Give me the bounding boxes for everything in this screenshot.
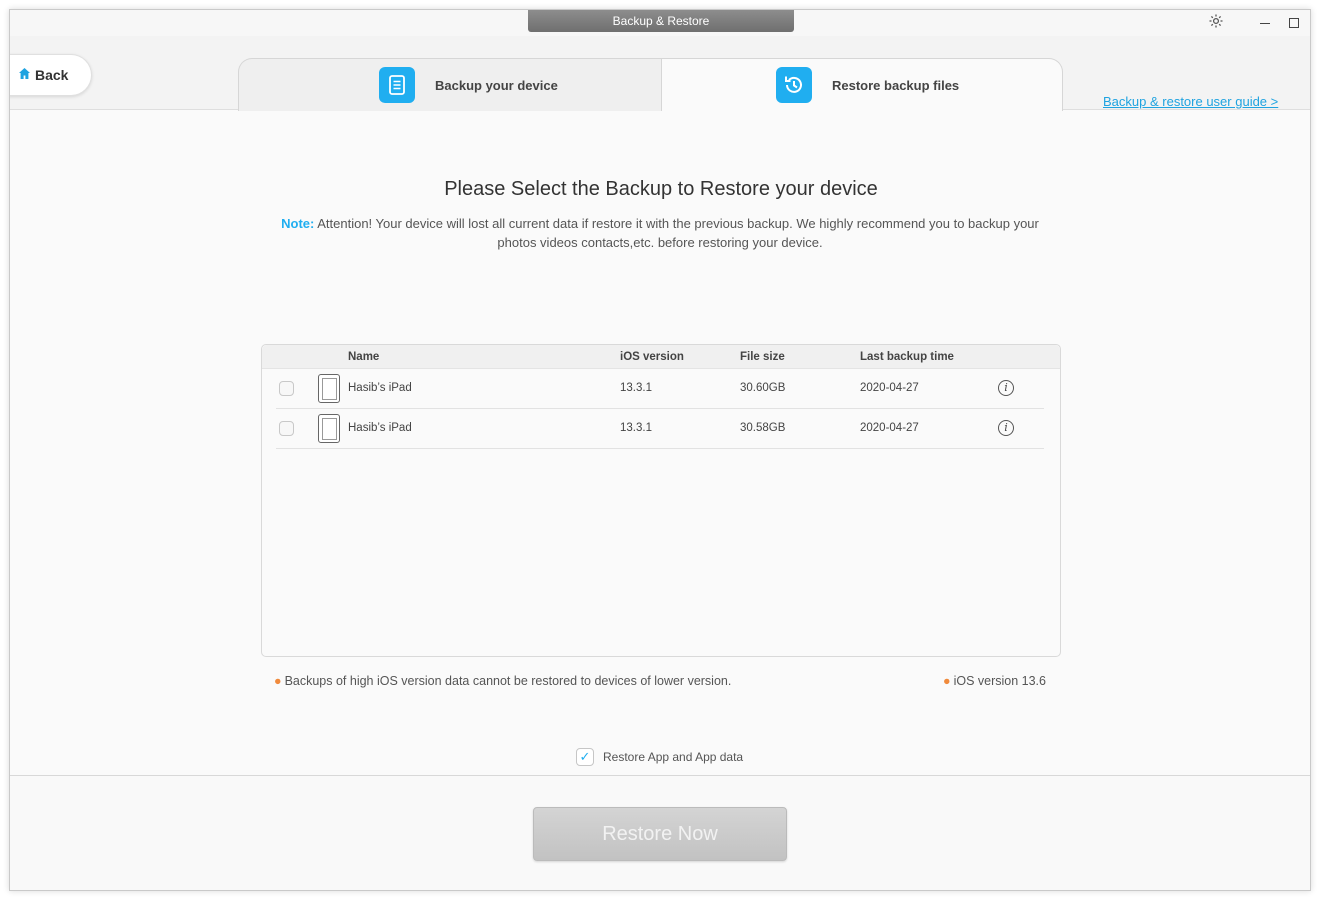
restore-app-data-label: Restore App and App data — [603, 750, 744, 764]
clock-restore-icon — [776, 67, 812, 103]
row-checkbox[interactable] — [279, 421, 294, 436]
home-icon — [18, 67, 31, 83]
minimize-icon — [1260, 23, 1270, 24]
ipad-icon — [318, 374, 340, 403]
version-warning-text: Backups of high iOS version data cannot … — [284, 674, 732, 688]
restore-now-button[interactable]: Restore Now — [533, 807, 787, 861]
tab-backup-device[interactable]: Backup your device — [238, 58, 662, 111]
ipad-icon — [318, 414, 340, 443]
row-checkbox[interactable] — [279, 381, 294, 396]
backup-list-table: Name iOS version File size Last backup t… — [261, 344, 1061, 657]
tab-backup-label: Backup your device — [435, 78, 558, 93]
device-ios-version-text: iOS version 13.6 — [953, 674, 1046, 688]
back-label: Back — [35, 67, 69, 83]
table-row[interactable]: Hasib’s iPad 13.3.1 30.60GB 2020-04-27 i — [276, 369, 1044, 409]
gear-icon[interactable] — [1206, 13, 1226, 33]
backup-ios-version: 13.3.1 — [620, 382, 652, 394]
backup-time: 2020-04-27 — [860, 422, 919, 434]
page-title: Please Select the Backup to Restore your… — [444, 178, 878, 200]
table-row[interactable]: Hasib’s iPad 13.3.1 30.58GB 2020-04-27 i — [276, 409, 1044, 449]
user-guide-link[interactable]: Backup & restore user guide > — [1103, 94, 1278, 109]
maximize-icon — [1289, 18, 1299, 28]
restore-app-data-option[interactable]: ✓ Restore App and App data — [576, 748, 743, 766]
info-icon[interactable]: i — [998, 420, 1014, 436]
back-button[interactable]: Back — [10, 54, 92, 96]
tab-restore-label: Restore backup files — [832, 78, 960, 93]
backup-name: Hasib’s iPad — [348, 382, 412, 394]
column-header-file-size[interactable]: File size — [740, 351, 785, 363]
restore-app-data-checkbox[interactable]: ✓ — [576, 748, 594, 766]
header: Back Backup your device Restore backup f… — [10, 36, 1310, 111]
column-header-ios-version[interactable]: iOS version — [620, 351, 684, 363]
bullet-icon: ● — [943, 674, 951, 688]
info-icon[interactable]: i — [998, 380, 1014, 396]
tab-restore-backup-files[interactable]: Restore backup files — [661, 58, 1063, 111]
backup-file-size: 30.58GB — [740, 422, 786, 434]
backup-name: Hasib’s iPad — [348, 422, 412, 434]
warning-note: Note: Attention! Your device will lost a… — [280, 214, 1040, 252]
column-header-name[interactable]: Name — [348, 351, 379, 363]
note-text: Attention! Your device will lost all cur… — [317, 216, 1039, 250]
table-header: Name iOS version File size Last backup t… — [262, 345, 1060, 369]
device-ios-version: ● iOS version 13.6 — [943, 674, 1046, 688]
note-label: Note: — [281, 216, 315, 231]
title-bar: Backup & Restore — [10, 10, 1310, 36]
bullet-icon: ● — [274, 674, 282, 688]
maximize-button[interactable] — [1284, 13, 1304, 33]
minimize-button[interactable] — [1255, 13, 1275, 33]
backup-ios-version: 13.3.1 — [620, 422, 652, 434]
window-title: Backup & Restore — [528, 10, 794, 32]
version-warning: ● Backups of high iOS version data cannot… — [274, 674, 731, 688]
footer-bar: Restore Now — [10, 775, 1310, 890]
app-window: Backup & Restore Back Backup your device… — [9, 9, 1311, 891]
backup-time: 2020-04-27 — [860, 382, 919, 394]
document-icon — [379, 67, 415, 103]
backup-file-size: 30.60GB — [740, 382, 786, 394]
column-header-last-backup-time[interactable]: Last backup time — [860, 351, 954, 363]
